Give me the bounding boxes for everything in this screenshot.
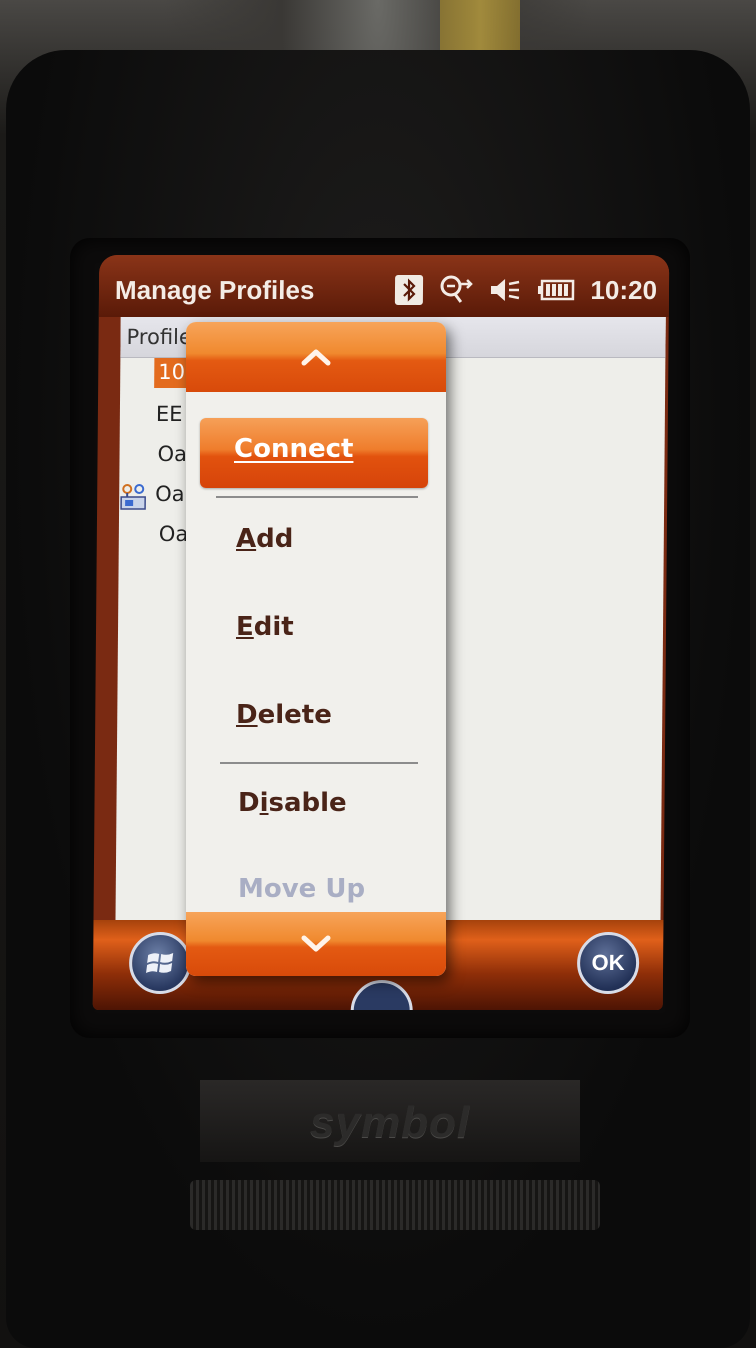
device-brand-logo: symbol [310, 1098, 471, 1147]
windows-start-icon [146, 953, 174, 973]
menu-separator [220, 762, 418, 764]
menu-item-disable[interactable]: Disable [186, 788, 446, 834]
menu-item-label: Edit [236, 612, 294, 642]
battery-icon[interactable] [536, 279, 574, 301]
speaker-muted-icon[interactable] [488, 276, 520, 304]
column-header-label: Profile [126, 325, 192, 349]
chevron-up-icon [301, 349, 331, 366]
bluetooth-icon[interactable] [394, 275, 423, 305]
context-menu: Connect Add Edit Delete Disable Move Up [186, 322, 446, 976]
menu-body: Connect Add Edit Delete Disable Move Up [186, 392, 446, 912]
connectivity-icon[interactable] [438, 274, 473, 306]
menu-item-label: Add [236, 524, 294, 554]
clock[interactable]: 10:20 [590, 275, 657, 306]
menu-item-label: Connect [234, 434, 354, 464]
menu-item-label: Delete [236, 700, 332, 730]
window-title: Manage Profiles [114, 275, 315, 305]
chevron-down-icon [301, 935, 331, 952]
menu-item-add[interactable]: Add [186, 524, 446, 570]
start-button[interactable] [128, 932, 192, 994]
status-icons: 10:20 [394, 273, 657, 307]
menu-separator [216, 496, 418, 498]
menu-item-label: Move Up [238, 874, 366, 904]
device-speaker-grille [190, 1180, 600, 1230]
menu-item-delete[interactable]: Delete [186, 700, 446, 746]
menu-scroll-up-button[interactable] [186, 322, 446, 392]
menu-scroll-down-button[interactable] [186, 912, 446, 976]
menu-item-edit[interactable]: Edit [186, 612, 446, 658]
list-item-label: EE [155, 402, 183, 426]
keyboard-button[interactable] [350, 980, 413, 1010]
ok-button[interactable]: OK [576, 932, 640, 994]
menu-item-connect[interactable]: Connect [200, 418, 428, 488]
title-bar: Manage Profiles 10:20 [98, 255, 670, 317]
menu-item-label: Disable [238, 788, 347, 818]
network-profile-icon [119, 483, 149, 511]
